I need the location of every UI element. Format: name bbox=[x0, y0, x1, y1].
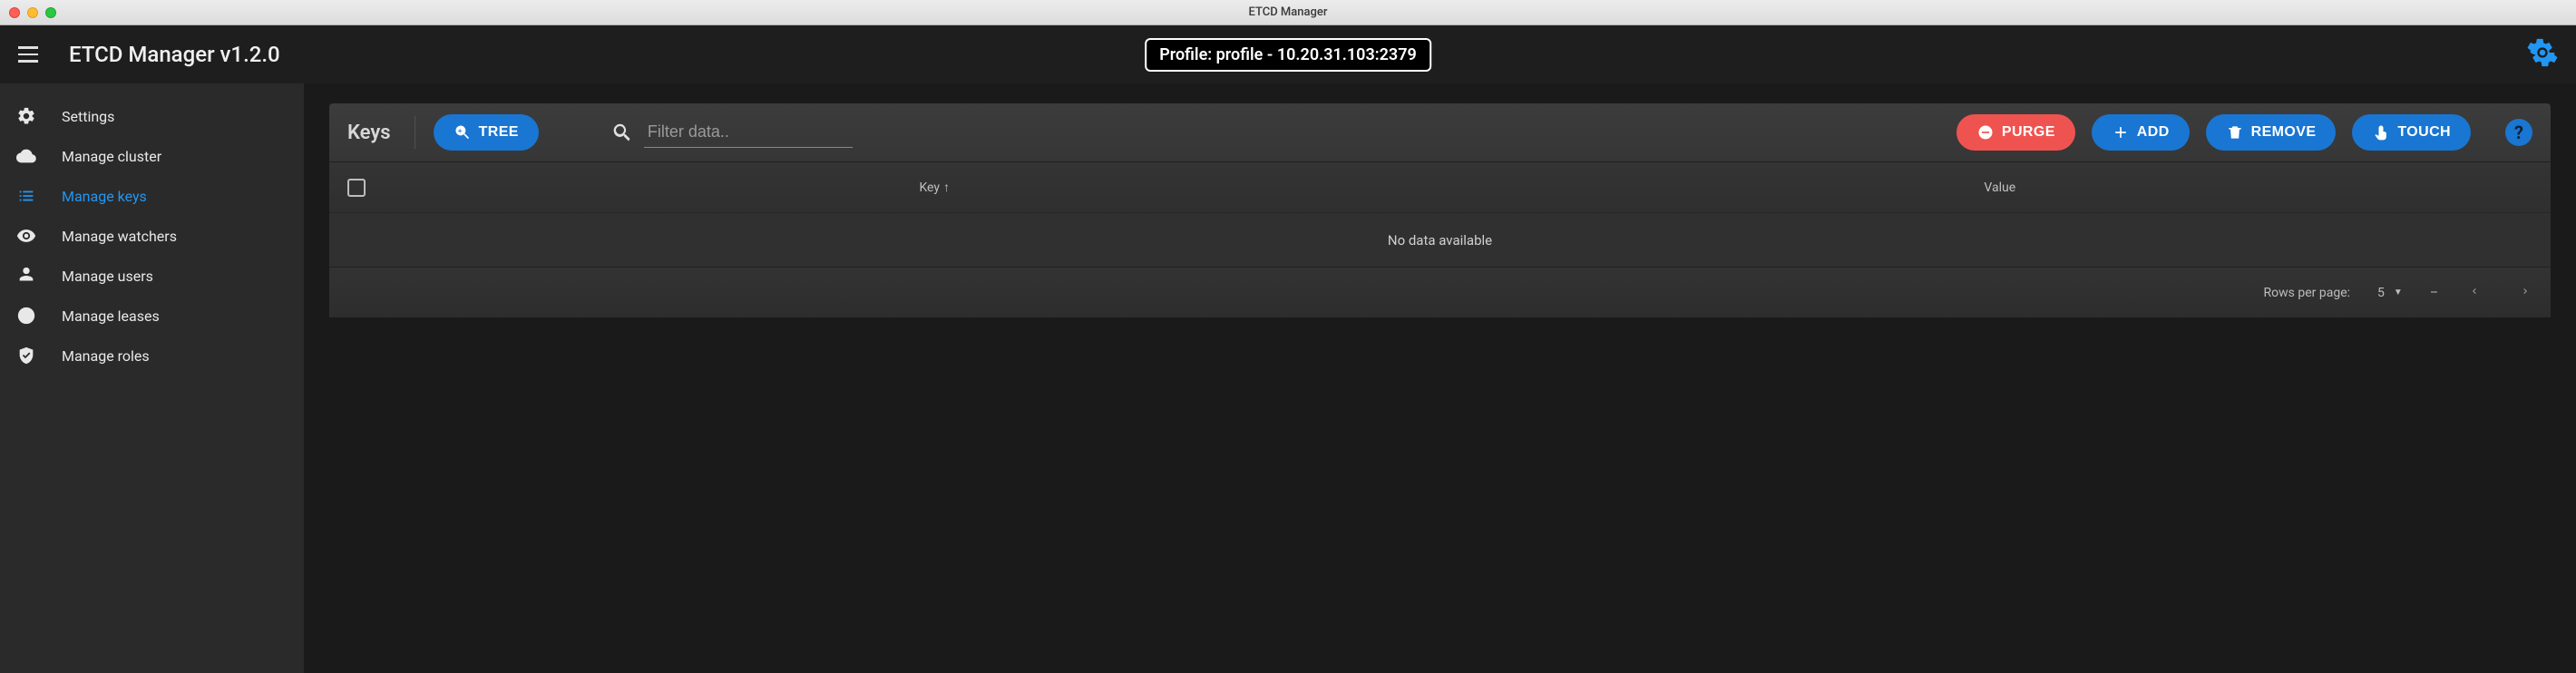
sidebar-item-label: Settings bbox=[62, 108, 114, 125]
filter-input[interactable] bbox=[644, 117, 853, 148]
shield-check-icon bbox=[16, 346, 36, 366]
minus-circle-icon bbox=[1976, 123, 1995, 141]
table-footer: Rows per page: 5 ▼ – bbox=[329, 267, 2551, 317]
profile-indicator[interactable]: Profile: profile - 10.20.31.103:2379 bbox=[1145, 38, 1431, 72]
clock-icon bbox=[16, 306, 36, 326]
sidebar-item-label: Manage roles bbox=[62, 347, 150, 365]
search-icon bbox=[611, 122, 633, 143]
sidebar-item-label: Manage cluster bbox=[62, 148, 161, 165]
app-title: ETCD Manager v1.2.0 bbox=[69, 42, 280, 67]
empty-text: No data available bbox=[1388, 232, 1492, 249]
help-button[interactable]: ? bbox=[2505, 119, 2532, 146]
window-close-button[interactable] bbox=[9, 7, 20, 18]
list-icon bbox=[16, 186, 36, 206]
table-empty-state: No data available bbox=[329, 212, 2551, 267]
touch-button-label: TOUCH bbox=[2397, 124, 2451, 141]
sort-ascending-icon: ↑ bbox=[943, 180, 950, 195]
window-title: ETCD Manager bbox=[0, 5, 2576, 19]
rows-per-page-select[interactable]: 5 ▼ bbox=[2377, 286, 2403, 300]
remove-button[interactable]: REMOVE bbox=[2206, 114, 2337, 151]
sidebar-item-manage-watchers[interactable]: Manage watchers bbox=[0, 216, 304, 256]
column-header-key[interactable]: Key ↑ bbox=[402, 180, 1468, 195]
sidebar: Settings Manage cluster Manage keys Mana… bbox=[0, 83, 304, 673]
sidebar-item-manage-leases[interactable]: Manage leases bbox=[0, 296, 304, 336]
app-header: ETCD Manager v1.2.0 Profile: profile - 1… bbox=[0, 25, 2576, 83]
next-page-button[interactable] bbox=[2516, 278, 2534, 307]
pagination-range: – bbox=[2430, 286, 2438, 300]
sidebar-item-manage-cluster[interactable]: Manage cluster bbox=[0, 136, 304, 176]
traffic-lights bbox=[9, 7, 56, 18]
section-title: Keys bbox=[347, 122, 391, 144]
sidebar-item-manage-roles[interactable]: Manage roles bbox=[0, 336, 304, 376]
keys-toolbar: Keys TREE PURGE ADD bbox=[329, 103, 2551, 161]
trash-icon bbox=[2226, 123, 2244, 141]
main-content: Keys TREE PURGE ADD bbox=[304, 83, 2576, 673]
pagination-nav bbox=[2465, 278, 2534, 307]
tree-button-label: TREE bbox=[479, 124, 519, 141]
settings-gear-icon bbox=[16, 106, 36, 126]
cloud-icon bbox=[16, 146, 36, 166]
remove-button-label: REMOVE bbox=[2251, 124, 2317, 141]
plus-icon bbox=[2112, 123, 2130, 141]
user-icon bbox=[16, 266, 36, 286]
toolbar-action-buttons: PURGE ADD REMOVE TOUCH bbox=[1956, 114, 2471, 151]
menu-hamburger-icon[interactable] bbox=[18, 42, 44, 67]
prev-page-button[interactable] bbox=[2465, 278, 2483, 307]
window-titlebar: ETCD Manager bbox=[0, 0, 2576, 25]
rows-per-page-value: 5 bbox=[2377, 286, 2385, 300]
sidebar-item-manage-keys[interactable]: Manage keys bbox=[0, 176, 304, 216]
column-key-label: Key bbox=[919, 180, 940, 195]
purge-button-label: PURGE bbox=[2002, 124, 2055, 141]
add-button[interactable]: ADD bbox=[2092, 114, 2190, 151]
rows-per-page-label: Rows per page: bbox=[2264, 286, 2350, 300]
touch-icon bbox=[2372, 123, 2390, 141]
column-value-label: Value bbox=[1984, 180, 2015, 195]
caret-down-icon: ▼ bbox=[2394, 288, 2403, 297]
sidebar-item-settings[interactable]: Settings bbox=[0, 96, 304, 136]
window-maximize-button[interactable] bbox=[45, 7, 56, 18]
purge-button[interactable]: PURGE bbox=[1956, 114, 2075, 151]
add-button-label: ADD bbox=[2137, 124, 2170, 141]
chevron-right-icon bbox=[2520, 283, 2531, 299]
zoom-in-icon bbox=[454, 123, 472, 141]
search-field-wrapper bbox=[611, 117, 853, 148]
sidebar-item-label: Manage watchers bbox=[62, 228, 177, 245]
chevron-left-icon bbox=[2469, 283, 2480, 299]
select-all-checkbox[interactable] bbox=[347, 179, 366, 197]
header-settings-gear-icon[interactable] bbox=[2527, 37, 2558, 72]
sidebar-item-label: Manage keys bbox=[62, 188, 147, 205]
sidebar-item-manage-users[interactable]: Manage users bbox=[0, 256, 304, 296]
column-header-value[interactable]: Value bbox=[1468, 180, 2533, 195]
help-icon: ? bbox=[2514, 122, 2523, 143]
table-header-row: Key ↑ Value bbox=[329, 161, 2551, 212]
tree-button[interactable]: TREE bbox=[434, 114, 539, 151]
eye-icon bbox=[16, 226, 36, 246]
sidebar-item-label: Manage leases bbox=[62, 307, 160, 325]
touch-button[interactable]: TOUCH bbox=[2352, 114, 2471, 151]
window-minimize-button[interactable] bbox=[27, 7, 38, 18]
sidebar-item-label: Manage users bbox=[62, 268, 153, 285]
